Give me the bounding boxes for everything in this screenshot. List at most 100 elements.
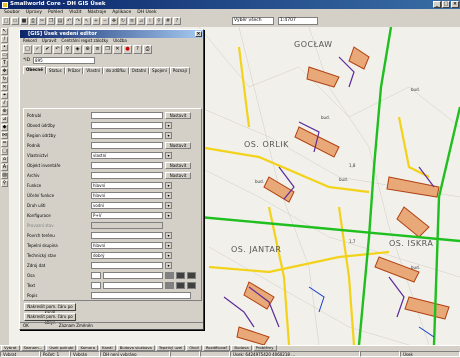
dialog-menu-upravit[interactable]: Úpravit [42, 38, 57, 44]
pin-icon[interactable]: ● [123, 45, 132, 54]
inventory-set-button[interactable]: Nastavit [165, 162, 191, 169]
chevron-down-icon[interactable]: ▾ [165, 202, 172, 209]
new-record-icon[interactable]: □ [23, 45, 32, 54]
highlight-icon[interactable]: ◈ [73, 45, 82, 54]
tab-obecne[interactable]: Obecné [23, 66, 46, 74]
copy-icon[interactable]: ❐ [47, 17, 55, 25]
layers-icon[interactable]: ≡ [128, 17, 136, 25]
paste-icon[interactable]: ▤ [56, 17, 64, 25]
measure-tool-icon[interactable]: ⊿ [1, 116, 8, 123]
dialog-menu-registr[interactable]: Centrální regist záložky [61, 38, 108, 44]
archive-set-button[interactable]: Nastavit [165, 172, 191, 179]
save-icon[interactable]: ■ [20, 17, 28, 25]
menu-upravy[interactable]: Úpravy [26, 9, 42, 16]
select-icon[interactable]: ↖ [83, 17, 91, 25]
axis-delete-icon[interactable] [187, 272, 196, 279]
line-tool-icon[interactable]: / [1, 36, 8, 43]
delete-tool-icon[interactable]: ✕ [1, 84, 8, 91]
grid-icon[interactable]: # [164, 17, 172, 25]
help-record-icon[interactable]: ? [133, 45, 142, 54]
text-show-icon[interactable] [176, 282, 185, 289]
medium-type-field[interactable]: vodní [91, 202, 163, 209]
pipe-tool-icon[interactable]: ═ [1, 140, 8, 147]
text-field[interactable] [103, 282, 163, 289]
axis-show-icon[interactable] [176, 272, 185, 279]
undo-icon[interactable]: ↶ [65, 17, 73, 25]
split-tool-icon[interactable]: ⫽ [1, 100, 8, 107]
apply-close-icon[interactable]: ✔ [43, 45, 52, 54]
pointer-icon[interactable]: ↖ [1, 28, 8, 35]
ownership-field[interactable]: vlastní [91, 152, 163, 159]
copy-record-icon[interactable]: ❐ [103, 45, 112, 54]
cut-icon[interactable]: ✂ [38, 17, 46, 25]
tab-spojeni[interactable]: Spojení [149, 67, 170, 74]
chevron-down-icon[interactable]: ▾ [165, 122, 172, 129]
pipe-set-button[interactable]: Nastavit [165, 112, 191, 119]
snap-tool-icon[interactable]: ⌖ [1, 92, 8, 99]
node-tool-icon[interactable]: ◆ [1, 124, 8, 131]
tab-pruzor[interactable]: Průzor [64, 67, 84, 74]
print-icon[interactable]: ⎙ [29, 17, 37, 25]
axis-style-swatch[interactable] [91, 272, 101, 279]
pan-icon[interactable]: ✥ [110, 17, 118, 25]
menu-aplikace[interactable]: Aplikace [112, 9, 131, 16]
chevron-down-icon[interactable]: ▾ [165, 152, 172, 159]
chamber-tool-icon[interactable]: □ [1, 148, 8, 155]
valve-tool-icon[interactable]: ⋈ [1, 132, 8, 139]
function-field[interactable]: hlavní [91, 182, 163, 189]
technical-state-field[interactable]: dobrý [91, 252, 163, 259]
pipe-field[interactable] [91, 112, 163, 119]
rotate-tool-icon[interactable]: ↻ [1, 76, 8, 83]
rect-tool-icon[interactable]: ▭ [1, 52, 8, 59]
company-set-button[interactable]: Nastavit [165, 142, 191, 149]
apply-icon[interactable]: ✓ [33, 45, 42, 54]
terrain-surface-field[interactable] [91, 232, 163, 239]
menu-dh-usek[interactable]: DH Úsek [137, 9, 156, 16]
hatch-tool-icon[interactable]: ▨ [1, 172, 8, 179]
tab-do-zdufku[interactable]: do zdůfku [103, 67, 129, 74]
description-field[interactable] [91, 292, 191, 299]
find-record-icon[interactable]: ⚲ [63, 45, 72, 54]
inventory-object-field[interactable] [91, 162, 163, 169]
open-icon[interactable]: ▭ [11, 17, 19, 25]
zoom-tool-icon[interactable]: ⚲ [1, 180, 8, 187]
dialog-close-button[interactable]: × [195, 31, 202, 37]
info-icon[interactable]: i [146, 17, 154, 25]
new-icon[interactable]: □ [2, 17, 10, 25]
measure-icon[interactable]: ⊿ [137, 17, 145, 25]
axis-field[interactable] [103, 272, 163, 279]
move-tool-icon[interactable]: ✥ [1, 68, 8, 75]
menu-nastroje[interactable]: Nástroje [88, 9, 107, 16]
data-source-field[interactable] [91, 262, 163, 269]
tab-status[interactable]: Status [45, 67, 65, 74]
zoom-out-icon[interactable]: − [101, 17, 109, 25]
chevron-down-icon[interactable]: ▾ [165, 132, 172, 139]
find-icon[interactable]: ⚲ [155, 17, 163, 25]
chevron-down-icon[interactable]: ▾ [165, 192, 172, 199]
refresh-icon[interactable]: ↻ [119, 17, 127, 25]
dialog-menu-rekord[interactable]: Rekord [23, 38, 37, 44]
chevron-down-icon[interactable]: ▾ [165, 252, 172, 259]
label-tool-icon[interactable]: A [1, 164, 8, 171]
close-button[interactable]: × [451, 1, 459, 8]
purpose-function-field[interactable]: hlavní [91, 192, 163, 199]
chevron-down-icon[interactable]: ▾ [165, 232, 172, 239]
tab-vlastni[interactable]: Vlastní [83, 67, 103, 74]
minimize-button[interactable]: _ [433, 1, 441, 8]
chevron-down-icon[interactable]: ▾ [165, 182, 172, 189]
dialog-menu-ulozba[interactable]: Úložba [113, 38, 127, 44]
zoom-in-icon[interactable]: + [92, 17, 100, 25]
menu-pohled[interactable]: Pohled [48, 9, 63, 16]
text-edit-icon[interactable] [165, 282, 174, 289]
zoom-record-icon[interactable]: ⊕ [83, 45, 92, 54]
draw-outline-line-button[interactable]: Nakreslit pom. čáru po oblyn [24, 313, 76, 325]
draw-channel-line-button[interactable]: Nakreslit pom. čáru po kanál [24, 303, 76, 315]
maintenance-region-field[interactable] [91, 132, 163, 139]
delete-record-icon[interactable]: ✕ [113, 45, 122, 54]
company-field[interactable] [91, 142, 163, 149]
point-tool-icon[interactable]: • [1, 44, 8, 51]
maximize-button[interactable]: □ [442, 1, 450, 8]
text-tool-icon[interactable]: T [1, 60, 8, 67]
maintenance-district-field[interactable] [91, 122, 163, 129]
tab-ostatni[interactable]: Ostatní [128, 67, 150, 74]
